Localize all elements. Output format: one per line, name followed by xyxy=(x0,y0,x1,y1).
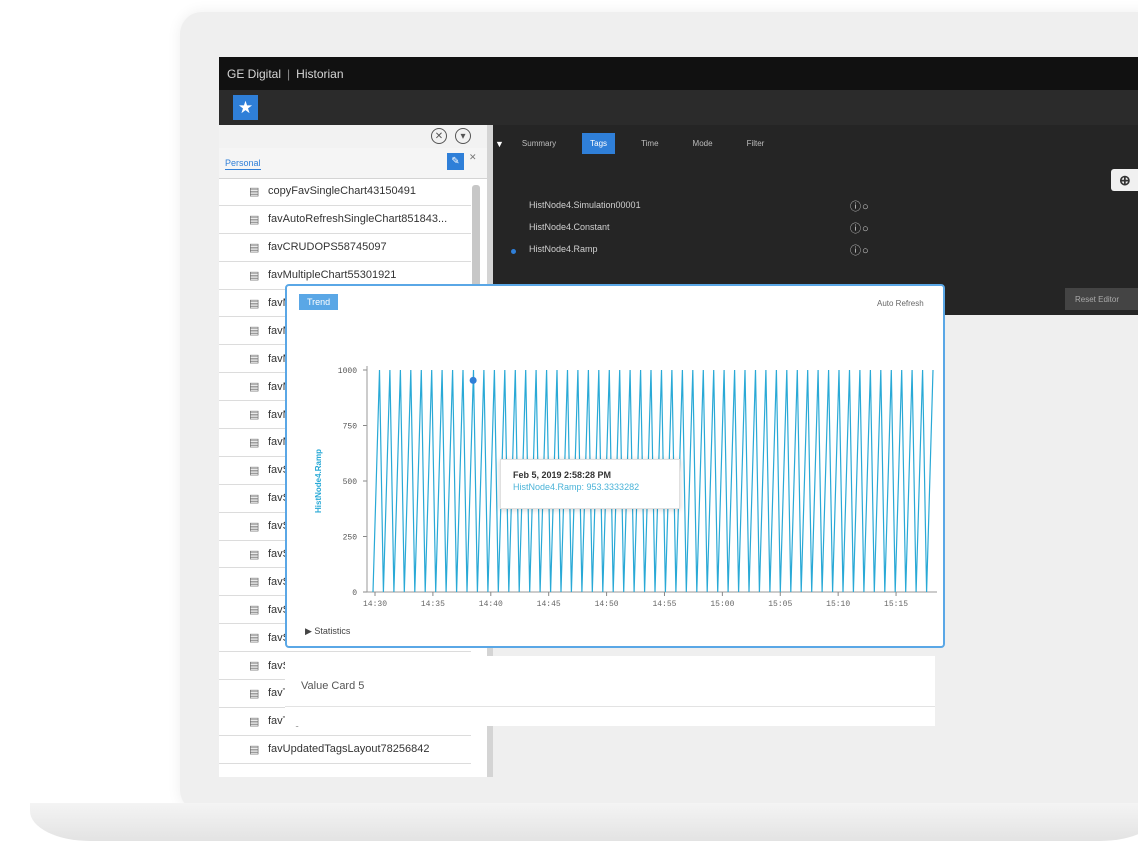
chart-favorite-icon: ▤ xyxy=(249,548,260,561)
chart-favorite-icon: ▤ xyxy=(249,213,260,226)
x-tick-label: 14:50 xyxy=(595,600,619,609)
query-tabs: ▼ Summary Tags Time Mode Filter xyxy=(493,133,790,154)
chart-favorite-icon: ▤ xyxy=(249,241,260,254)
tab-summary[interactable]: Summary xyxy=(514,133,564,154)
chart-favorite-icon: ▤ xyxy=(249,464,260,477)
favorite-item-label: favCRUDOPS58745097 xyxy=(268,241,387,254)
collapse-arrow-icon[interactable]: ▼ xyxy=(495,139,504,149)
info-icon[interactable]: ⓘ○ xyxy=(850,220,870,236)
x-tick-label: 14:55 xyxy=(652,600,676,609)
tag-item[interactable]: HistNode4.Simulation00001 xyxy=(529,200,641,210)
settings-circle-icon[interactable]: ▾ xyxy=(455,128,471,144)
tag-item[interactable]: HistNode4.Constant xyxy=(529,222,610,232)
selected-tag-indicator xyxy=(511,249,516,254)
favorites-button[interactable]: ★ xyxy=(233,95,258,120)
x-tick-label: 15:00 xyxy=(710,600,734,609)
chart-favorite-icon: ▤ xyxy=(249,743,260,756)
tooltip-time: Feb 5, 2019 2:58:28 PM xyxy=(513,470,612,480)
star-icon: ★ xyxy=(237,97,254,117)
tab-time[interactable]: Time xyxy=(633,133,666,154)
chart-favorite-icon: ▤ xyxy=(249,604,260,617)
value-card: Value Card 5 xyxy=(285,656,935,726)
sidebar-header: ✕ ▾ xyxy=(219,125,487,148)
trend-card: Trend Auto Refresh 0 250 500 750 1000 HistNod… xyxy=(285,284,945,648)
favorite-item-label: favUpdatedTagsLayout78256842 xyxy=(268,743,430,756)
y-axis-label: HistNode4.Ramp xyxy=(314,449,323,513)
tab-mode[interactable]: Mode xyxy=(685,133,721,154)
close-circle-icon[interactable]: ✕ xyxy=(431,128,447,144)
laptop-base xyxy=(30,803,1138,841)
sidebar-tabs: Personal ✎ ✕ xyxy=(219,148,487,179)
y-tick-label: 1000 xyxy=(338,367,357,376)
x-tick-label: 14:45 xyxy=(537,600,561,609)
add-circle-icon: ⊕ xyxy=(1119,171,1131,188)
chart-favorite-icon: ▤ xyxy=(249,353,260,366)
chart-favorite-icon: ▤ xyxy=(249,576,260,589)
chart-tooltip: Feb 5, 2019 2:58:28 PM HistNode4.Ramp: 9… xyxy=(500,459,680,509)
x-tick-label: 14:40 xyxy=(479,600,503,609)
tab-filter[interactable]: Filter xyxy=(739,133,773,154)
title-separator: | xyxy=(287,66,291,81)
info-icon[interactable]: ⓘ○ xyxy=(850,198,870,214)
brand-name: GE Digital xyxy=(227,66,282,81)
statistics-toggle[interactable]: ▶ Statistics xyxy=(305,626,350,637)
value-card-divider xyxy=(285,706,935,707)
x-tick-label: 15:05 xyxy=(768,600,792,609)
x-tick-label: 15:15 xyxy=(884,600,908,609)
favorite-item-label: copyFavSingleChart43150491 xyxy=(268,185,416,198)
tab-tags[interactable]: Tags xyxy=(582,133,616,154)
chart-favorite-icon: ▤ xyxy=(249,297,260,310)
chart-favorite-icon: ▤ xyxy=(249,185,260,198)
chart-favorite-icon: ▤ xyxy=(249,632,260,645)
chart-favorite-icon: ▤ xyxy=(249,660,260,673)
chart-favorite-icon: ▤ xyxy=(249,687,260,700)
y-tick-label: 250 xyxy=(343,534,358,543)
x-tick-label: 14:30 xyxy=(363,600,387,609)
chart-favorite-icon: ▤ xyxy=(249,381,260,394)
y-tick-label: 0 xyxy=(352,589,357,598)
favorite-item-label: favMultipleChart55301921 xyxy=(268,269,397,282)
y-tick-label: 750 xyxy=(343,423,358,432)
chart-favorite-icon: ▤ xyxy=(249,715,260,728)
add-button[interactable]: ⊕ xyxy=(1111,169,1138,191)
close-icon[interactable]: ✕ xyxy=(469,152,477,163)
chart-favorite-icon: ▤ xyxy=(249,325,260,338)
favorite-item[interactable]: ▤ favAutoRefreshSingleChart851843... xyxy=(219,206,471,234)
favorite-item-label: favAutoRefreshSingleChart851843... xyxy=(268,213,448,226)
x-tick-label: 15:10 xyxy=(826,600,850,609)
chart-favorite-icon: ▤ xyxy=(249,409,260,422)
tooltip-value: HistNode4.Ramp: 953.3333282 xyxy=(513,482,640,492)
favorite-item[interactable]: ▤ favCRUDOPS58745097 xyxy=(219,234,471,262)
favorite-item[interactable]: ▤ favUpdatedTagsLayout78256842 xyxy=(219,736,471,764)
chart-favorite-icon: ▤ xyxy=(249,269,260,282)
tag-item[interactable]: HistNode4.Ramp xyxy=(529,244,598,254)
app-title: Historian xyxy=(296,66,344,81)
x-tick-label: 14:35 xyxy=(421,600,445,609)
title-bar: GE Digital | Historian xyxy=(219,57,1138,90)
statistics-label: Statistics xyxy=(314,626,351,636)
pin-icon: ✎ xyxy=(451,156,460,167)
value-card-title: Value Card 5 xyxy=(301,680,365,692)
info-icon[interactable]: ⓘ○ xyxy=(850,242,870,258)
favorite-item[interactable]: ▤ copyFavSingleChart43150491 xyxy=(219,178,471,206)
chart-favorite-icon: ▤ xyxy=(249,436,260,449)
tab-personal[interactable]: Personal xyxy=(225,158,261,170)
reset-editor-button[interactable]: Reset Editor xyxy=(1065,288,1138,310)
chart-favorite-icon: ▤ xyxy=(249,520,260,533)
highlight-point xyxy=(469,376,477,384)
main-toolbar: ★ xyxy=(219,90,1138,125)
chart-favorite-icon: ▤ xyxy=(249,492,260,505)
y-tick-label: 500 xyxy=(343,478,358,487)
pin-button[interactable]: ✎ xyxy=(447,153,464,170)
